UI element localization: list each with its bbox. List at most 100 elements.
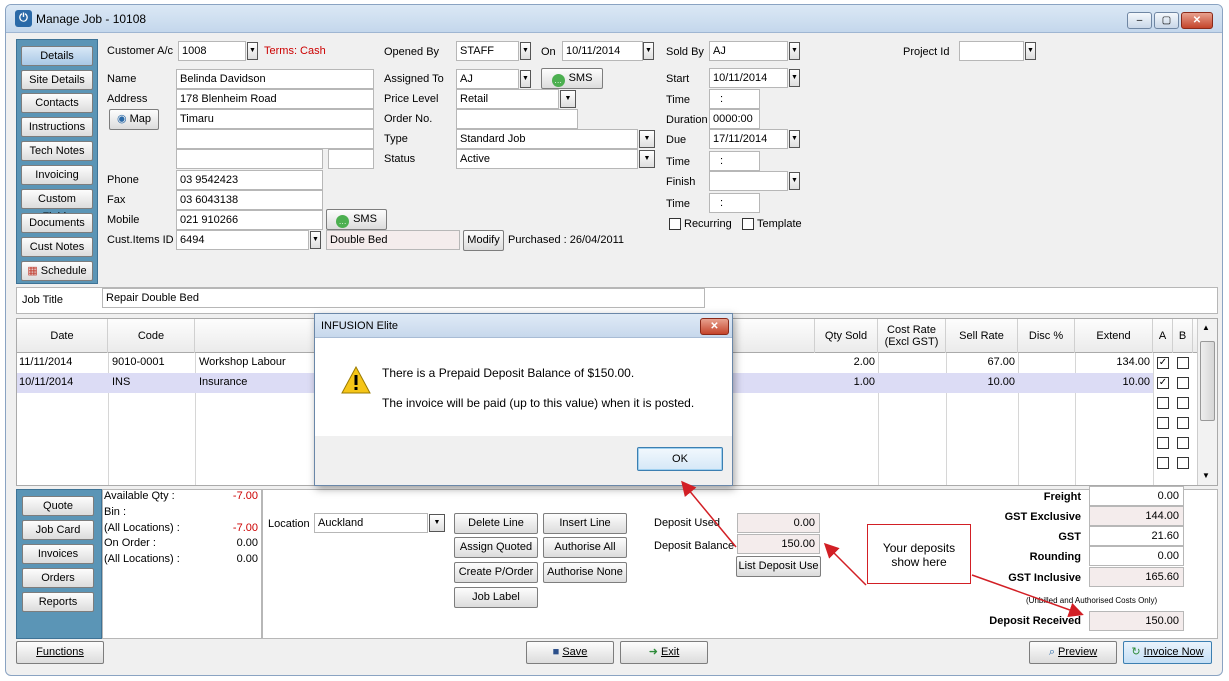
type-dropdown[interactable]: ▼ (639, 130, 655, 148)
job-label-button[interactable]: Job Label (454, 587, 538, 608)
mobile-field[interactable]: 021 910266 (176, 210, 323, 230)
empty-b-checkbox[interactable] (1177, 457, 1189, 469)
delete-line-button[interactable]: Delete Line (454, 513, 538, 534)
quote-button[interactable]: Quote (22, 496, 94, 516)
dialog-close-button[interactable]: ✕ (700, 318, 729, 335)
cust-items-field[interactable]: 6494 (176, 230, 309, 250)
finish-time-field[interactable]: : (709, 193, 760, 213)
header-b[interactable]: B (1173, 319, 1193, 353)
order-no-field[interactable] (456, 109, 578, 129)
address-line4-field[interactable] (176, 149, 323, 169)
assigned-to-dropdown[interactable]: ▼ (520, 70, 531, 88)
due-date-dropdown[interactable]: ▼ (789, 130, 800, 148)
status-dropdown[interactable]: ▼ (639, 150, 655, 168)
empty-b-checkbox[interactable] (1177, 437, 1189, 449)
finish-date-dropdown[interactable]: ▼ (789, 172, 800, 190)
row-a-checkbox[interactable]: ✓ (1157, 357, 1169, 369)
nav-custom-fields-button[interactable]: Custom Fields (21, 189, 93, 223)
fax-field[interactable]: 03 6043138 (176, 190, 323, 210)
nav-documents-button[interactable]: Documents (21, 213, 93, 233)
job-title-field[interactable]: Repair Double Bed (102, 288, 705, 308)
invoice-now-button[interactable]: ↻ Invoice Now (1123, 641, 1212, 664)
status-field[interactable]: Active (456, 149, 638, 169)
authorise-none-button[interactable]: Authorise None (543, 562, 627, 583)
reports-button[interactable]: Reports (22, 592, 94, 612)
nav-contacts-button[interactable]: Contacts (21, 93, 93, 113)
name-field[interactable]: Belinda Davidson (176, 69, 374, 89)
rounding-field[interactable]: 0.00 (1089, 546, 1184, 566)
phone-field[interactable]: 03 9542423 (176, 170, 323, 190)
modify-button[interactable]: Modify (463, 230, 504, 251)
nav-schedule-button[interactable]: ▦ Schedule (21, 261, 93, 281)
list-deposit-use-button[interactable]: List Deposit Use (736, 556, 821, 577)
empty-a-checkbox[interactable] (1157, 457, 1169, 469)
opened-by-dropdown[interactable]: ▼ (520, 42, 531, 60)
row-a-checkbox[interactable]: ✓ (1157, 377, 1169, 389)
scroll-thumb[interactable] (1200, 341, 1215, 421)
sold-by-field[interactable]: AJ (709, 41, 788, 61)
maximize-button[interactable]: ▢ (1154, 12, 1179, 29)
freight-field[interactable]: 0.00 (1089, 486, 1184, 506)
header-sell-rate[interactable]: Sell Rate (946, 319, 1018, 353)
create-purchase-order-button[interactable]: Create P/Order (454, 562, 538, 583)
address-line2-field[interactable]: Timaru (176, 109, 374, 129)
project-id-dropdown[interactable]: ▼ (1025, 42, 1036, 60)
opened-on-field[interactable]: 10/11/2014 (562, 41, 643, 61)
nav-instructions-button[interactable]: Instructions (21, 117, 93, 137)
preview-button[interactable]: ⌕ Preview (1029, 641, 1117, 664)
customer-account-dropdown[interactable]: ▼ (247, 42, 258, 60)
minimize-button[interactable]: ‒ (1127, 12, 1152, 29)
cust-items-dropdown[interactable]: ▼ (310, 231, 321, 249)
price-level-field[interactable]: Retail (456, 89, 559, 109)
assigned-sms-button[interactable]: … SMS (541, 68, 603, 89)
job-card-button[interactable]: Job Card (22, 520, 94, 540)
template-checkbox[interactable] (742, 218, 754, 230)
nav-tech-notes-button[interactable]: Tech Notes (21, 141, 93, 161)
postcode-field[interactable] (328, 149, 374, 169)
exit-button[interactable]: ➜ Exit (620, 641, 708, 664)
price-level-dropdown[interactable]: ▼ (560, 90, 576, 108)
header-code[interactable]: Code (108, 319, 195, 353)
sold-by-dropdown[interactable]: ▼ (789, 42, 800, 60)
location-field[interactable]: Auckland (314, 513, 428, 533)
empty-b-checkbox[interactable] (1177, 397, 1189, 409)
empty-a-checkbox[interactable] (1157, 417, 1169, 429)
close-button[interactable]: ✕ (1181, 12, 1213, 29)
due-date-field[interactable]: 17/11/2014 (709, 129, 788, 149)
due-time-field[interactable]: : (709, 151, 760, 171)
duration-field[interactable]: 0000:00 (709, 109, 760, 129)
nav-details-button[interactable]: Details (21, 46, 93, 66)
authorise-all-button[interactable]: Authorise All (543, 537, 627, 558)
functions-button[interactable]: Functions (16, 641, 104, 664)
start-date-field[interactable]: 10/11/2014 (709, 68, 788, 88)
opened-by-field[interactable]: STAFF (456, 41, 519, 61)
assign-quoted-button[interactable]: Assign Quoted (454, 537, 538, 558)
orders-button[interactable]: Orders (22, 568, 94, 588)
mobile-sms-button[interactable]: … SMS (326, 209, 387, 230)
header-date[interactable]: Date (17, 319, 108, 353)
address-line1-field[interactable]: 178 Blenheim Road (176, 89, 374, 109)
row-b-checkbox[interactable] (1177, 377, 1189, 389)
finish-date-field[interactable] (709, 171, 788, 191)
address-line3-field[interactable] (176, 129, 374, 149)
invoices-button[interactable]: Invoices (22, 544, 94, 564)
header-disc[interactable]: Disc % (1018, 319, 1075, 353)
map-button[interactable]: ◉ Map (109, 109, 159, 130)
nav-invoicing-button[interactable]: Invoicing (21, 165, 93, 185)
insert-line-button[interactable]: Insert Line (543, 513, 627, 534)
header-qty-sold[interactable]: Qty Sold (815, 319, 878, 353)
nav-site-details-button[interactable]: Site Details (21, 70, 93, 90)
header-a[interactable]: A (1153, 319, 1173, 353)
empty-a-checkbox[interactable] (1157, 437, 1169, 449)
save-button[interactable]: ■ Save (526, 641, 614, 664)
scroll-up-icon[interactable]: ▲ (1202, 323, 1210, 332)
scroll-down-icon[interactable]: ▼ (1202, 471, 1210, 480)
start-date-dropdown[interactable]: ▼ (789, 69, 800, 87)
empty-b-checkbox[interactable] (1177, 417, 1189, 429)
recurring-checkbox[interactable] (669, 218, 681, 230)
row-b-checkbox[interactable] (1177, 357, 1189, 369)
ok-button[interactable]: OK (637, 447, 723, 471)
opened-on-dropdown[interactable]: ▼ (643, 42, 654, 60)
project-id-field[interactable] (959, 41, 1024, 61)
header-extend[interactable]: Extend (1075, 319, 1153, 353)
